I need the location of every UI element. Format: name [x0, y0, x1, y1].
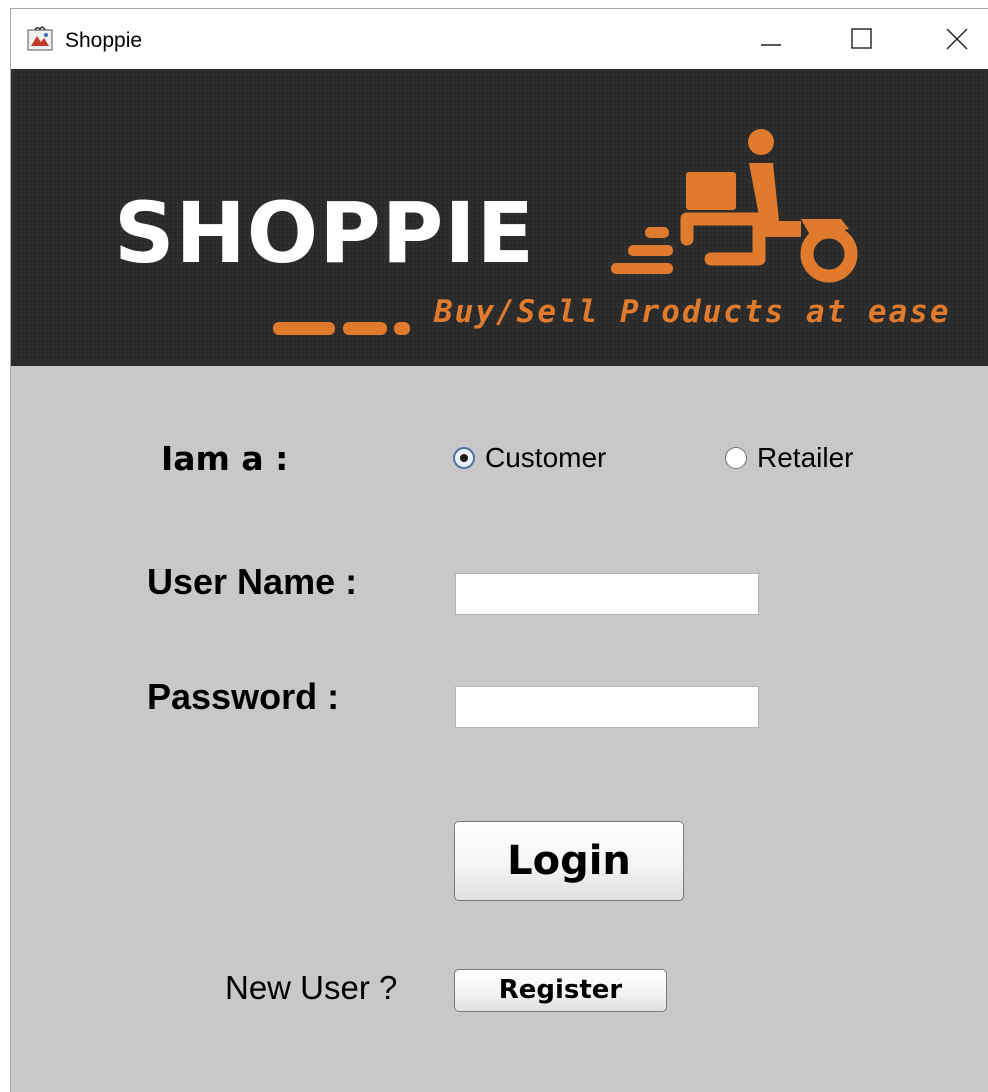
role-label: Iam a :: [161, 439, 289, 478]
password-input[interactable]: [455, 686, 759, 728]
radio-customer[interactable]: Customer: [453, 442, 606, 474]
close-button[interactable]: [933, 19, 979, 59]
radio-unselected-icon[interactable]: [725, 447, 747, 469]
minimize-button[interactable]: [749, 19, 795, 59]
username-input[interactable]: [455, 573, 759, 615]
maximize-button[interactable]: [839, 19, 885, 59]
close-icon: [946, 28, 968, 50]
register-button[interactable]: Register: [454, 969, 667, 1012]
username-label: User Name :: [147, 561, 358, 602]
minimize-icon: [761, 44, 781, 46]
radio-selected-icon[interactable]: [453, 447, 475, 469]
app-window: Shoppie SHOPPIE Buy/Sell Products at eas…: [10, 8, 988, 1092]
login-button[interactable]: Login: [454, 821, 684, 901]
radio-customer-label: Customer: [485, 442, 607, 473]
banner: SHOPPIE Buy/Sell Products at ease: [11, 69, 988, 366]
app-java-icon: [27, 26, 53, 51]
window-title: Shoppie: [65, 29, 143, 52]
brand-title: SHOPPIE: [114, 184, 535, 282]
new-user-label: New User ?: [225, 969, 398, 1006]
password-label: Password :: [147, 676, 340, 717]
login-form: Iam a : Customer Retailer User Name : Pa…: [11, 366, 988, 1092]
maximize-icon: [851, 28, 872, 49]
radio-retailer-label: Retailer: [757, 442, 854, 473]
title-bar[interactable]: Shoppie: [11, 9, 988, 69]
brand-tagline: Buy/Sell Products at ease: [434, 294, 951, 330]
radio-retailer[interactable]: Retailer: [725, 442, 853, 474]
